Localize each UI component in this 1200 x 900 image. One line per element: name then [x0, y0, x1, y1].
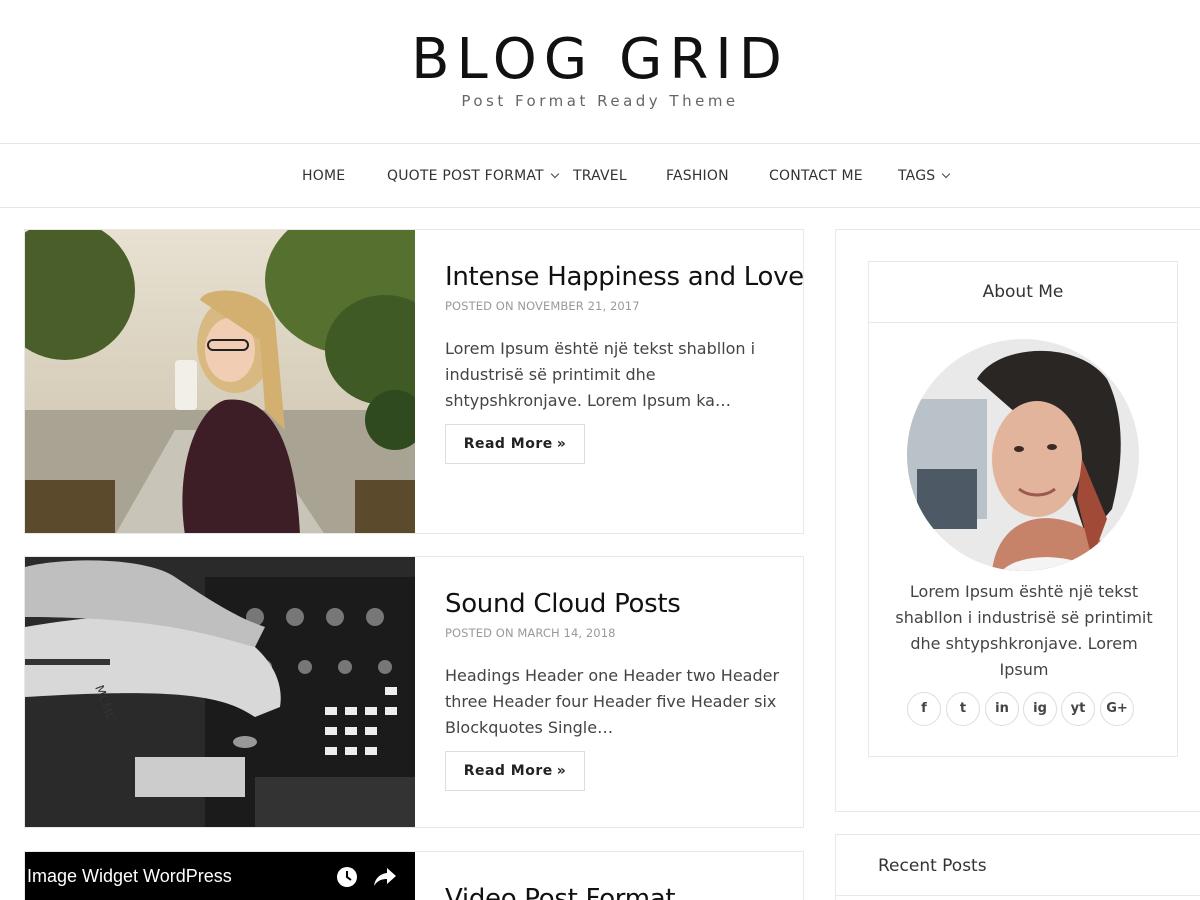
google-plus-icon[interactable]: G+ [1100, 692, 1134, 726]
site-header: BLOG GRID Post Format Ready Theme [0, 0, 1200, 143]
post-card: Image Widget WordPress Video Post Format [24, 851, 804, 900]
post-thumbnail-image [25, 230, 415, 533]
double-chevron-right-icon: » [556, 436, 567, 452]
nav-item-label: TRAVEL [573, 168, 627, 184]
post-card: Intense Happiness and Love POSTED ON NOV… [24, 229, 804, 534]
site-title[interactable]: BLOG GRID [0, 28, 1200, 92]
widget-title: Recent Posts [878, 856, 987, 876]
facebook-icon[interactable]: f [907, 692, 941, 726]
video-title-bar: Image Widget WordPress [25, 852, 415, 900]
read-more-button[interactable]: Read More» [445, 424, 585, 464]
site-tagline: Post Format Ready Theme [461, 92, 739, 110]
nav-item-label: FASHION [666, 168, 729, 184]
nav-item-contact-me[interactable]: CONTACT ME [769, 167, 863, 185]
post-title[interactable]: Intense Happiness and Love [445, 261, 804, 293]
chevron-down-icon [550, 169, 560, 179]
youtube-icon[interactable]: yt [1061, 692, 1095, 726]
about-text: Lorem Ipsum është një tekst shabllon i i… [895, 582, 1153, 679]
main-navigation: HOME QUOTE POST FORMAT TRAVEL FASHION CO… [0, 143, 1200, 208]
avatar-image [907, 339, 1139, 571]
post-thumbnail[interactable] [25, 230, 415, 533]
post-thumbnail[interactable]: MCMC [25, 557, 415, 827]
post-title[interactable]: Sound Cloud Posts [445, 588, 795, 620]
post-excerpt: Lorem Ipsum është një tekst shabllon i i… [445, 339, 756, 410]
read-more-button[interactable]: Read More» [445, 751, 585, 791]
instagram-icon[interactable]: ig [1023, 692, 1057, 726]
post-meta: POSTED ON MARCH 14, 2018 [445, 626, 616, 640]
video-embed[interactable]: Image Widget WordPress [25, 852, 415, 900]
chevron-down-icon [942, 169, 951, 179]
post-body: Video Post Format [445, 883, 795, 900]
nav-item-label: QUOTE POST FORMAT [387, 168, 544, 184]
nav-item-quote-post-format[interactable]: QUOTE POST FORMAT [387, 167, 560, 185]
twitter-icon[interactable]: t [946, 692, 980, 726]
post-meta: POSTED ON NOVEMBER 21, 2017 [445, 299, 640, 313]
recent-posts-widget: Recent Posts [835, 834, 1200, 900]
post-card: MCMC Sound Cloud Posts POSTED ON MARCH 1… [24, 556, 804, 828]
post-thumbnail-image: MCMC [25, 557, 415, 827]
nav-item-label: CONTACT ME [769, 168, 863, 184]
nav-item-fashion[interactable]: FASHION [666, 167, 729, 185]
social-links: f t in ig yt G+ [907, 692, 1147, 726]
sidebar-about-section: About Me Lorem Ipsum është një tekst sha… [835, 229, 1200, 812]
double-chevron-right-icon: » [556, 763, 567, 779]
widget-divider [836, 895, 1200, 896]
post-body: Intense Happiness and Love POSTED ON NOV… [445, 261, 804, 464]
clock-icon[interactable] [336, 866, 358, 888]
about-me-widget: About Me Lorem Ipsum është një tekst sha… [868, 261, 1178, 757]
avatar [907, 339, 1139, 571]
video-title[interactable]: Image Widget WordPress [27, 865, 232, 887]
nav-item-tags[interactable]: TAGS [898, 167, 951, 185]
read-more-label: Read More [463, 436, 553, 452]
read-more-label: Read More [463, 763, 553, 779]
post-body: Sound Cloud Posts POSTED ON MARCH 14, 20… [445, 588, 795, 791]
post-title[interactable]: Video Post Format [445, 883, 795, 900]
share-icon[interactable] [373, 867, 397, 887]
nav-item-home[interactable]: HOME [302, 167, 345, 185]
widget-title: About Me [869, 262, 1177, 323]
nav-item-label: TAGS [898, 168, 936, 184]
linkedin-icon[interactable]: in [985, 692, 1019, 726]
nav-item-label: HOME [302, 168, 346, 184]
post-excerpt: Headings Header one Header two Header th… [445, 666, 780, 737]
nav-item-travel[interactable]: TRAVEL [573, 167, 627, 185]
